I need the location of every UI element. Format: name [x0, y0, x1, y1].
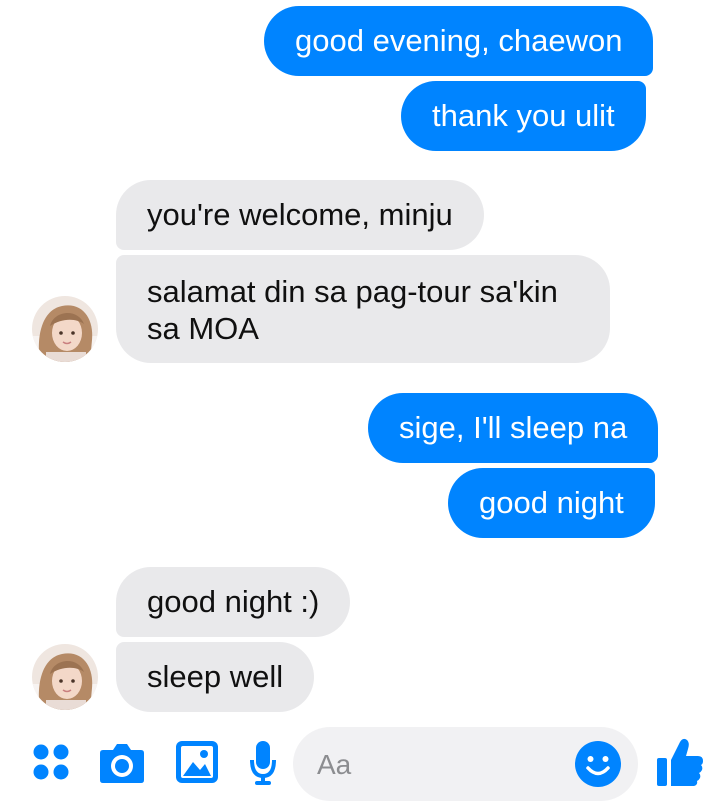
emoji-icon[interactable] — [574, 740, 622, 788]
message-text-line: sa MOA — [147, 311, 259, 346]
message-bubble-outgoing[interactable]: thank you ulit — [401, 81, 646, 151]
message-bubble-incoming[interactable]: salamat din sa pag-tour sa'kin sa MOA — [116, 255, 610, 363]
message-bubble-outgoing[interactable]: good evening, chaewon — [264, 6, 654, 76]
apps-icon[interactable] — [31, 742, 71, 782]
composer-bar — [0, 722, 720, 806]
avatar-photo — [32, 644, 98, 710]
message-bubble-incoming[interactable]: good night :) — [116, 567, 351, 637]
message-text: sige, I'll sleep na — [399, 410, 628, 445]
message-text: good night — [479, 485, 624, 520]
message-text: good evening, chaewon — [295, 23, 623, 58]
contact-avatar[interactable] — [32, 644, 98, 710]
gallery-icon[interactable] — [175, 740, 219, 784]
message-bubble-outgoing[interactable]: sige, I'll sleep na — [368, 393, 659, 463]
message-text: good night :) — [147, 584, 320, 619]
message-text: sleep well — [147, 659, 284, 694]
message-bubble-outgoing[interactable]: good night — [448, 468, 655, 538]
microphone-icon[interactable] — [249, 740, 277, 786]
message-bubble-incoming[interactable]: you're welcome, minju — [116, 180, 484, 250]
message-input-container — [293, 727, 638, 801]
message-input[interactable] — [315, 743, 569, 787]
camera-icon[interactable] — [99, 740, 145, 784]
message-text-line: salamat din sa pag-tour sa'kin — [147, 274, 558, 309]
message-bubble-incoming[interactable]: sleep well — [116, 642, 315, 712]
thumbs-up-icon[interactable] — [656, 736, 704, 788]
message-text: you're welcome, minju — [147, 197, 453, 232]
contact-avatar[interactable] — [32, 296, 98, 362]
message-text: thank you ulit — [432, 98, 615, 133]
avatar-photo — [32, 296, 98, 362]
